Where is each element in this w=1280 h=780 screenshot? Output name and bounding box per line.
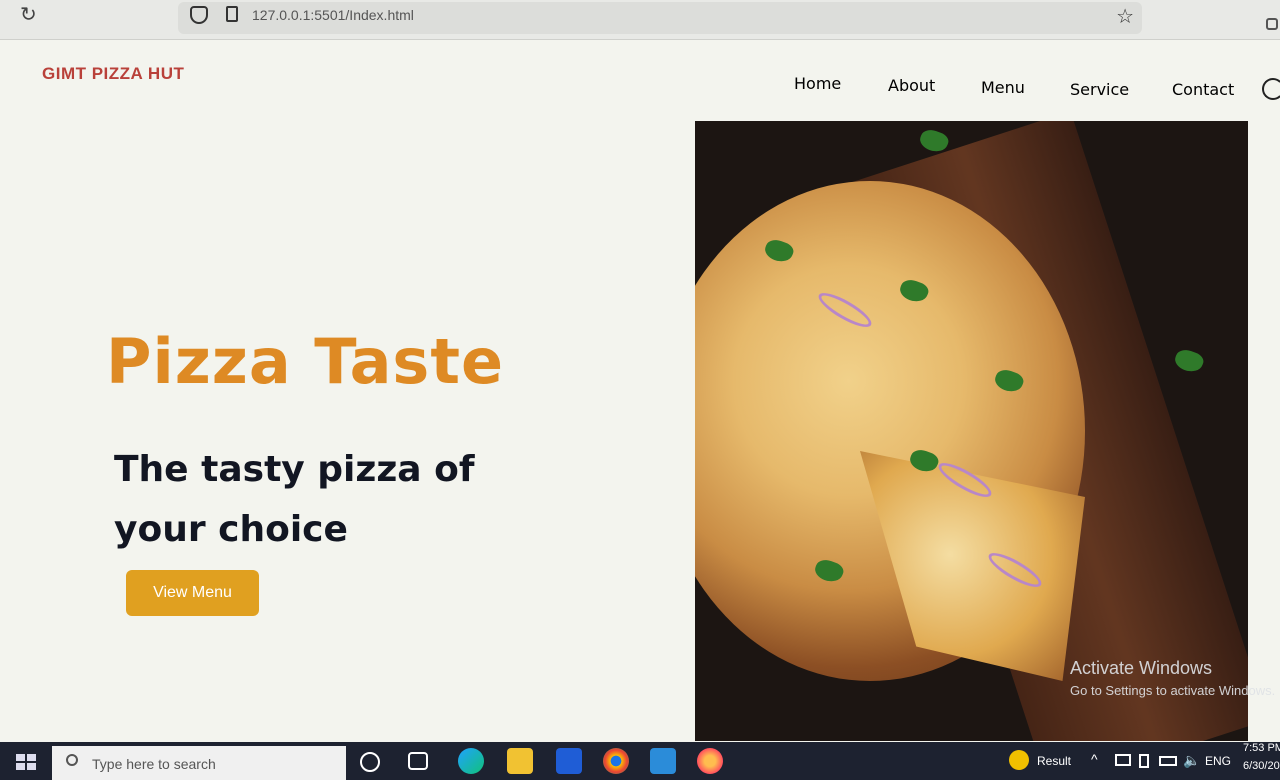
result-icon[interactable] — [1009, 750, 1029, 770]
screen: ↻ 127.0.0.1:5501/Index.html ☆ GIMT PIZZA… — [0, 0, 1280, 780]
nav-home[interactable]: Home — [794, 74, 841, 93]
shield-icon[interactable] — [190, 6, 208, 24]
site-brand[interactable]: GIMT PIZZA HUT — [42, 64, 184, 84]
chrome-icon[interactable] — [603, 748, 629, 774]
onedrive-icon[interactable] — [1139, 754, 1149, 768]
language-indicator[interactable]: ENG — [1205, 754, 1231, 768]
page-icon — [226, 6, 238, 22]
nav-service[interactable]: Service — [1070, 80, 1129, 99]
taskbar-search[interactable]: Type here to search — [52, 746, 346, 780]
nav-about[interactable]: About — [888, 76, 935, 95]
firefox-icon[interactable] — [697, 748, 723, 774]
activate-windows-watermark: Activate Windows Go to Settings to activ… — [1070, 658, 1275, 698]
clock-date: 6/30/2023 — [1243, 760, 1280, 772]
nav-menu[interactable]: Menu — [981, 78, 1025, 97]
task-view-icon[interactable] — [408, 752, 428, 770]
watermark-line-1: Activate Windows — [1070, 658, 1213, 678]
windows-start-icon[interactable] — [16, 754, 36, 770]
reload-icon[interactable]: ↻ — [20, 2, 37, 26]
volume-icon[interactable]: 🔈 — [1183, 752, 1200, 769]
url-text[interactable]: 127.0.0.1:5501/Index.html — [252, 7, 414, 23]
search-icon — [66, 754, 78, 766]
file-explorer-icon[interactable] — [507, 748, 533, 774]
battery-icon[interactable] — [1159, 756, 1177, 766]
extension-icon[interactable] — [1266, 18, 1278, 30]
cortana-icon[interactable] — [360, 752, 380, 772]
clock[interactable]: 7:53 PM 6/30/2023 — [1243, 739, 1280, 775]
vscode-icon[interactable] — [650, 748, 676, 774]
hero-pizza-image — [695, 121, 1248, 741]
hero-title: Pizza Taste — [106, 325, 505, 398]
herb — [1172, 346, 1206, 376]
app-icon[interactable] — [556, 748, 582, 774]
browser-toolbar: ↻ 127.0.0.1:5501/Index.html ☆ — [0, 0, 1280, 40]
star-icon[interactable]: ☆ — [1116, 4, 1134, 28]
taskbar: Type here to search Result ^ 🔈 ENG 7:53 … — [0, 742, 1280, 780]
view-menu-button[interactable]: View Menu — [126, 570, 259, 616]
tray-result[interactable]: Result — [1037, 754, 1071, 768]
hero-subtitle: The tasty pizza of your choice — [114, 449, 475, 550]
chevron-up-icon[interactable]: ^ — [1091, 751, 1098, 767]
nav-contact[interactable]: Contact — [1172, 80, 1234, 99]
network-icon[interactable] — [1115, 754, 1131, 766]
address-bar[interactable]: 127.0.0.1:5501/Index.html ☆ — [178, 2, 1142, 34]
search-placeholder: Type here to search — [92, 756, 216, 772]
theme-toggle-icon[interactable] — [1262, 78, 1280, 100]
clock-time: 7:53 PM — [1243, 742, 1280, 754]
edge-icon[interactable] — [458, 748, 484, 774]
watermark-line-2: Go to Settings to activate Windows. — [1070, 683, 1276, 698]
